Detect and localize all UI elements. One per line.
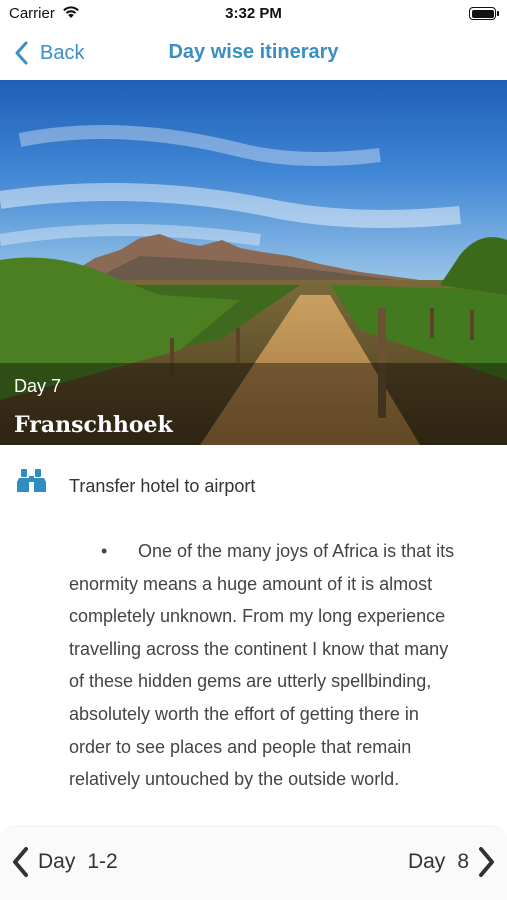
- bullet-marker: •: [101, 541, 108, 561]
- description-line: travelling across the continent I know t…: [69, 638, 449, 659]
- previous-day-button[interactable]: Day 1-2: [10, 845, 118, 879]
- description-line: enormity means a huge amount of it is al…: [69, 573, 433, 594]
- status-bar: Carrier 3:32 PM: [0, 0, 507, 28]
- day-label: Day 7: [14, 376, 62, 396]
- activity-row: Transfer hotel to airport: [0, 464, 507, 508]
- hero-image: Day 7 Franschhoek: [0, 80, 507, 445]
- description-line: completely unknown. From my long experie…: [69, 606, 446, 627]
- description-line: order to see places and people that rema…: [69, 736, 412, 757]
- next-day-button[interactable]: Day 8: [408, 845, 497, 879]
- chevron-right-icon: [479, 847, 494, 877]
- battery-icon: [469, 7, 499, 20]
- place-name: Franschhoek: [14, 412, 173, 438]
- activity-label: Transfer hotel to airport: [69, 476, 256, 496]
- day-navigation-footer: Day 1-2 Day 8: [0, 826, 507, 900]
- clock: 3:32 PM: [225, 5, 282, 22]
- description-line: relatively untouched by the outside worl…: [69, 769, 400, 790]
- binoculars-icon: [16, 466, 48, 501]
- description-line: absolutely worth the effort of getting t…: [69, 703, 419, 724]
- day-description: • One of the many joys of Africa is that …: [69, 535, 499, 796]
- navigation-bar: Back Day wise itinerary: [0, 28, 507, 80]
- description-line: of these hidden gems are utterly spellbi…: [69, 671, 432, 692]
- page-title: Day wise itinerary: [168, 41, 339, 63]
- previous-day-number: 1-2: [87, 850, 118, 873]
- next-day-number: 8: [457, 850, 469, 873]
- next-day-word: Day: [407, 850, 446, 873]
- description-line: • One of the many joys of Africa is that …: [101, 535, 499, 568]
- previous-day-word: Day: [38, 850, 76, 873]
- chevron-left-icon: [13, 847, 28, 877]
